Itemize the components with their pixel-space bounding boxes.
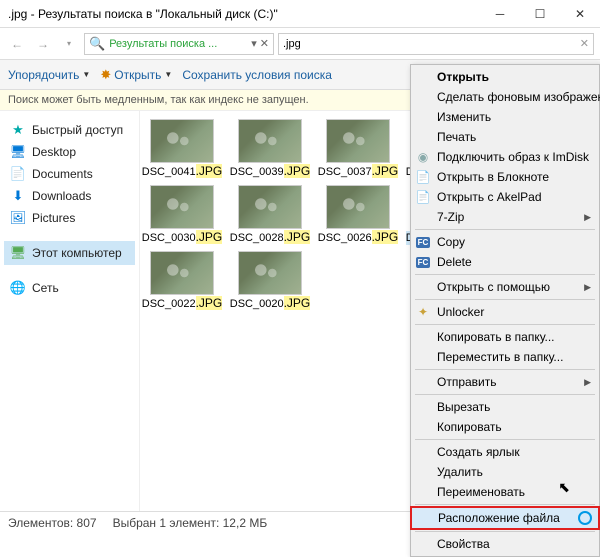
file-name: DSC_0037.JPG	[318, 165, 399, 179]
ctx-set-wallpaper[interactable]: Сделать фоновым изображением р	[411, 87, 599, 107]
file-name: DSC_0022.JPG	[142, 297, 223, 311]
file-name: DSC_0020.JPG	[230, 297, 311, 311]
ctx-imdisk[interactable]: ◉Подключить образ к ImDisk	[411, 147, 599, 167]
selection-info: Выбран 1 элемент: 12,2 МБ	[113, 516, 268, 530]
file-thumbnail[interactable]: DSC_0028.JPG	[234, 185, 306, 245]
file-thumbnail[interactable]: DSC_0037.JPG	[322, 119, 394, 179]
thumbnail-image	[150, 251, 214, 295]
address-bar[interactable]: 🔍 Результаты поиска ... ▾ ✕	[84, 33, 274, 55]
ctx-open-with[interactable]: Открыть с помощью▶	[411, 277, 599, 297]
file-name: DSC_0030.JPG	[142, 231, 223, 245]
file-thumbnail[interactable]: DSC_0030.JPG	[146, 185, 218, 245]
downloads-icon: ⬇	[10, 188, 26, 204]
file-thumbnail[interactable]: DSC_0026.JPG	[322, 185, 394, 245]
thumbnail-image	[326, 119, 390, 163]
navigation-pane: ★Быстрый доступ 🖥Desktop 📄Documents ⬇Dow…	[0, 111, 140, 511]
ctx-open-file-location[interactable]: Расположение файла	[411, 507, 599, 529]
search-icon: 🔍	[89, 36, 105, 52]
fastcopy-icon: FC	[416, 237, 431, 248]
organize-button[interactable]: Упорядочить▼	[8, 68, 90, 82]
pc-icon: 🖥	[10, 245, 26, 261]
file-thumbnail[interactable]: DSC_0020.JPG	[234, 251, 306, 311]
fastcopy-icon: FC	[416, 257, 431, 268]
sidebar-item-downloads[interactable]: ⬇Downloads	[4, 185, 135, 207]
recent-dropdown[interactable]: ▾	[58, 33, 80, 55]
ctx-print[interactable]: Печать	[411, 127, 599, 147]
network-icon: 🌐	[10, 280, 26, 296]
ctx-properties[interactable]: Свойства	[411, 534, 599, 554]
save-search-button[interactable]: Сохранить условия поиска	[182, 68, 332, 82]
search-box[interactable]: ✕	[278, 33, 594, 55]
maximize-button[interactable]: ☐	[520, 0, 560, 28]
desktop-icon: 🖥	[10, 144, 26, 160]
file-thumbnail[interactable]: DSC_0022.JPG	[146, 251, 218, 311]
ctx-cut[interactable]: Вырезать	[411, 397, 599, 417]
ctx-edit[interactable]: Изменить	[411, 107, 599, 127]
ctx-move-to-folder[interactable]: Переместить в папку...	[411, 347, 599, 367]
sidebar-item-documents[interactable]: 📄Documents	[4, 163, 135, 185]
ctx-open[interactable]: Открыть	[411, 67, 599, 87]
open-button[interactable]: ✸Открыть▼	[100, 67, 172, 83]
close-button[interactable]: ✕	[560, 0, 600, 28]
minimize-button[interactable]: ─	[480, 0, 520, 28]
sidebar-item-this-pc[interactable]: 🖥Этот компьютер	[4, 241, 135, 265]
file-thumbnail[interactable]: DSC_0039.JPG	[234, 119, 306, 179]
unlocker-icon: ✦	[415, 304, 431, 320]
ctx-unlocker[interactable]: ✦Unlocker	[411, 302, 599, 322]
sidebar-item-network[interactable]: 🌐Сеть	[4, 277, 135, 299]
clear-address-icon[interactable]: ▾ ✕	[251, 37, 269, 50]
sidebar-item-desktop[interactable]: 🖥Desktop	[4, 141, 135, 163]
context-menu: Открыть Сделать фоновым изображением р И…	[410, 64, 600, 557]
ctx-fc-copy[interactable]: FCCopy	[411, 232, 599, 252]
cortana-icon	[578, 511, 592, 525]
star-icon: ★	[10, 122, 26, 138]
ctx-delete[interactable]: Удалить	[411, 462, 599, 482]
file-name: DSC_0041.JPG	[142, 165, 223, 179]
back-button[interactable]: ←	[6, 33, 28, 55]
thumbnail-image	[326, 185, 390, 229]
search-input[interactable]	[283, 38, 580, 50]
window-title: .jpg - Результаты поиска в "Локальный ди…	[8, 7, 480, 21]
disc-icon: ◉	[415, 149, 431, 165]
file-thumbnail[interactable]: DSC_0041.JPG	[146, 119, 218, 179]
sidebar-item-pictures[interactable]: 🖼Pictures	[4, 207, 135, 229]
thumbnail-image	[238, 185, 302, 229]
breadcrumb-text: Результаты поиска ...	[109, 38, 217, 50]
ctx-rename[interactable]: Переименовать	[411, 482, 599, 502]
ctx-copy[interactable]: Копировать	[411, 417, 599, 437]
ctx-fc-delete[interactable]: FCDelete	[411, 252, 599, 272]
forward-button[interactable]: →	[32, 33, 54, 55]
file-name: DSC_0026.JPG	[318, 231, 399, 245]
sidebar-item-quick-access[interactable]: ★Быстрый доступ	[4, 119, 135, 141]
notepad-icon: 📄	[415, 169, 431, 185]
file-name: DSC_0039.JPG	[230, 165, 311, 179]
ctx-open-akelpad[interactable]: 📄Открыть с AkelPad	[411, 187, 599, 207]
open-icon: ✸	[100, 67, 111, 83]
thumbnail-image	[238, 251, 302, 295]
pictures-icon: 🖼	[10, 210, 26, 226]
thumbnail-image	[150, 185, 214, 229]
ctx-copy-to-folder[interactable]: Копировать в папку...	[411, 327, 599, 347]
file-name: DSC_0028.JPG	[230, 231, 311, 245]
ctx-send-to[interactable]: Отправить▶	[411, 372, 599, 392]
ctx-create-shortcut[interactable]: Создать ярлык	[411, 442, 599, 462]
documents-icon: 📄	[10, 166, 26, 182]
item-count: Элементов: 807	[8, 516, 97, 530]
title-bar: .jpg - Результаты поиска в "Локальный ди…	[0, 0, 600, 28]
nav-bar: ← → ▾ 🔍 Результаты поиска ... ▾ ✕ ✕	[0, 28, 600, 60]
ctx-open-notepad[interactable]: 📄Открыть в Блокноте	[411, 167, 599, 187]
akelpad-icon: 📄	[415, 189, 431, 205]
thumbnail-image	[238, 119, 302, 163]
ctx-7zip[interactable]: 7-Zip▶	[411, 207, 599, 227]
clear-search-icon[interactable]: ✕	[580, 37, 589, 50]
thumbnail-image	[150, 119, 214, 163]
